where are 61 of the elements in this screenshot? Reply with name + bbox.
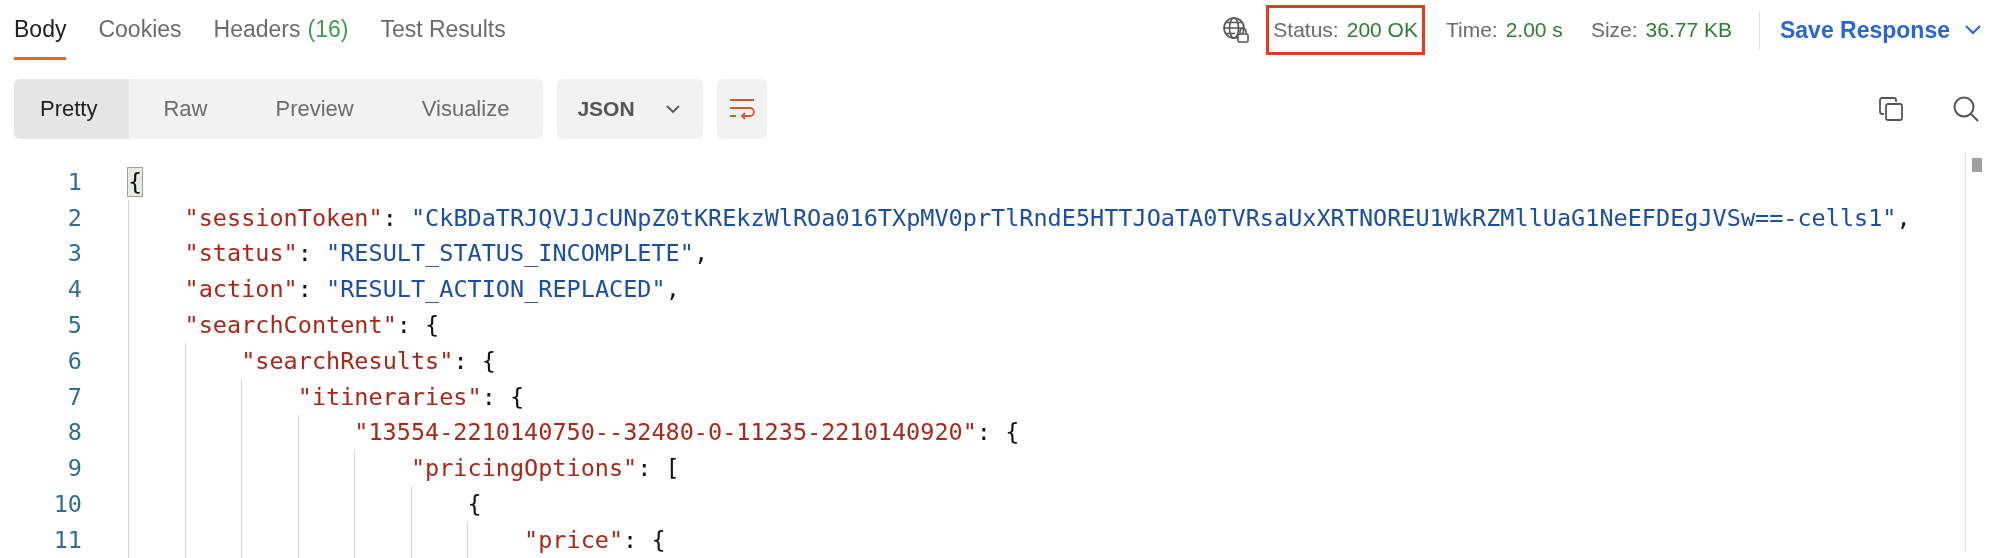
line-number: 2 [66, 203, 83, 232]
matched-bracket: { [128, 167, 143, 196]
json-punctuation: { [467, 490, 482, 519]
json-key: "status" [184, 239, 298, 268]
metric-value: 200 OK [1346, 18, 1418, 42]
view-tab[interactable]: Visualize [387, 79, 544, 139]
format-dropdown[interactable]: JSON [557, 79, 703, 139]
wrap-lines-icon [727, 97, 756, 121]
wrap-lines-button[interactable] [716, 79, 767, 139]
line-number: 9 [66, 454, 83, 483]
metric-label: Status: [1273, 18, 1339, 42]
line-number: 11 [52, 525, 83, 554]
line-number: 1 [66, 167, 83, 196]
view-tab[interactable]: Pretty [14, 79, 130, 139]
json-punctuation: : { [396, 311, 440, 340]
json-punctuation: : { [453, 346, 496, 375]
metric-label: Time: [1445, 18, 1498, 42]
chevron-down-icon [1964, 24, 1982, 36]
json-key: "itineraries" [297, 382, 482, 411]
line-number: 7 [66, 382, 83, 411]
json-punctuation: , [693, 239, 709, 268]
response-tab[interactable]: Headers (16) [213, 0, 349, 60]
metric-value: 2.00 s [1505, 18, 1563, 42]
json-punctuation: : [297, 275, 313, 304]
line-number: 5 [66, 311, 83, 340]
json-punctuation: : [297, 239, 313, 268]
chevron-down-icon [664, 104, 681, 114]
json-key: "action" [184, 275, 298, 304]
json-key: "pricingOptions" [410, 454, 638, 483]
copy-icon[interactable] [1878, 96, 1904, 122]
json-key: "price" [524, 525, 624, 554]
line-number: 3 [66, 239, 83, 268]
save-response-button[interactable]: Save Response [1779, 16, 1982, 44]
line-number: 8 [66, 418, 83, 447]
scrollbar-thumb[interactable] [1972, 158, 1982, 172]
json-punctuation: , [1896, 203, 1911, 232]
globe-lock-icon[interactable] [1222, 16, 1251, 44]
line-number: 4 [66, 275, 83, 304]
response-tab[interactable]: Cookies [98, 0, 182, 60]
line-number: 10 [52, 490, 83, 519]
search-icon[interactable] [1952, 95, 1980, 123]
view-tab[interactable]: Preview [241, 79, 388, 139]
json-key: "13554-2210140750--32480-0-11235-2210140920" [354, 418, 977, 447]
json-punctuation: : { [976, 418, 1020, 447]
json-string: "RESULT_ACTION_REPLACED" [326, 275, 666, 304]
view-tab[interactable]: Raw [129, 79, 242, 139]
json-punctuation: : { [481, 382, 525, 411]
metric-value: 36.77 KB [1645, 18, 1732, 42]
json-punctuation: : [ [637, 454, 680, 483]
json-punctuation: : { [623, 525, 666, 554]
response-tab[interactable]: Body [14, 0, 67, 60]
json-string: "CkBDaTRJQVJJcUNpZ0tKREkzWlROa016TXpMV0prTlRndE5HTTJOaTA0TVRsaUxXRTNOREU1WkRZMllUaG1NeEFDEgJVSw==-cells1" [410, 203, 1897, 232]
json-punctuation: : [382, 203, 398, 232]
response-tab[interactable]: Test Results [380, 0, 506, 60]
json-string: "RESULT_STATUS_INCOMPLETE" [326, 239, 694, 268]
json-key: "searchContent" [184, 311, 397, 340]
json-key: "searchResults" [241, 346, 454, 375]
json-key: "sessionToken" [184, 203, 383, 232]
metric-label: Size: [1590, 18, 1638, 42]
line-number: 6 [66, 346, 83, 375]
json-punctuation: , [665, 275, 680, 304]
